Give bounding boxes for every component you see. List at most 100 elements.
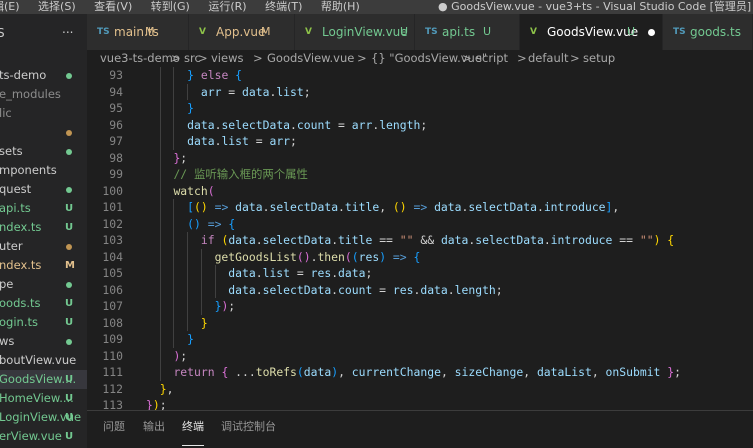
- code-text: );: [173, 348, 188, 363]
- tree-item[interactable]: ogin.ts U: [0, 313, 87, 332]
- line-number: 93: [109, 68, 123, 82]
- panel-tab-debug-console[interactable]: 调试控制台: [221, 411, 276, 445]
- code-line: 100 watch(: [87, 182, 753, 199]
- code-editor[interactable]: 93 } else { 94 arr = data.list; 95 } 96 …: [87, 67, 753, 410]
- tree-item-label: uter: [0, 239, 23, 253]
- panel-tab-terminal[interactable]: 终端: [182, 411, 204, 446]
- git-status-badge: U: [65, 374, 74, 385]
- line-number: 94: [109, 84, 123, 99]
- tree-item[interactable]: ws: [0, 332, 87, 351]
- menu-help[interactable]: 帮助(H): [321, 0, 360, 13]
- tree-item-label: ws: [0, 334, 15, 348]
- tree-item[interactable]: lic: [0, 104, 87, 123]
- breadcrumb-item[interactable]: setup: [583, 50, 615, 67]
- editor-tab[interactable]: TS goods.ts: [663, 14, 753, 50]
- menu-edit[interactable]: 编辑(E): [0, 0, 20, 13]
- tree-item-label: quest: [0, 182, 32, 196]
- git-status-badge: U: [65, 412, 74, 423]
- editor-tab[interactable]: V App.vue M: [189, 14, 295, 50]
- tree-item[interactable]: ndex.ts M: [0, 256, 87, 275]
- git-status-dot-icon: [66, 130, 72, 136]
- breadcrumb-separator-icon: >: [198, 51, 208, 65]
- tree-item[interactable]: [0, 123, 87, 142]
- file-tree: ts-demo e_modules lic sets mponents quest api.…: [0, 66, 87, 446]
- line-number: 97: [109, 134, 123, 148]
- editor-tab[interactable]: TS main.ts M: [87, 14, 189, 50]
- code-text: };: [173, 150, 188, 165]
- tree-item[interactable]: LoginView.vue U: [0, 408, 87, 427]
- tree-item[interactable]: sets: [0, 142, 87, 161]
- tab-git-status: U: [627, 25, 636, 38]
- code-line: 97 data.list = arr;: [87, 133, 753, 150]
- code-text: }: [187, 332, 195, 346]
- breadcrumb-item[interactable]: default: [528, 50, 568, 67]
- tree-item[interactable]: quest: [0, 180, 87, 199]
- more-actions-icon[interactable]: ...: [62, 22, 73, 36]
- code-line: 106 data.selectData.count = res.data.len…: [87, 281, 753, 298]
- tree-item[interactable]: uter: [0, 237, 87, 256]
- code-text: } else {: [187, 68, 243, 82]
- git-status-badge: U: [65, 431, 74, 442]
- menu-terminal[interactable]: 终端(T): [265, 0, 302, 13]
- line-number: 96: [109, 117, 123, 132]
- tree-item[interactable]: GoodsView.... U: [0, 370, 87, 389]
- typescript-file-icon: TS: [425, 27, 438, 37]
- tree-item[interactable]: ts-demo: [0, 66, 87, 85]
- tree-item[interactable]: pe: [0, 275, 87, 294]
- line-number: 99: [109, 167, 123, 181]
- editor-tab[interactable]: TS api.ts U: [415, 14, 520, 50]
- git-status-badge: U: [65, 393, 74, 404]
- tree-item[interactable]: boutView.vue: [0, 351, 87, 370]
- editor-tabs: TS main.ts M V App.vue M V LoginView.vue U TS api.…: [87, 14, 753, 50]
- tab-git-status: U: [483, 25, 492, 38]
- code-line: 111 return { ...toRefs(data), currentCha…: [87, 364, 753, 381]
- vue-file-icon: V: [530, 27, 537, 37]
- line-number: 113: [102, 398, 123, 410]
- menu-view[interactable]: 查看(V): [94, 0, 132, 13]
- tree-item-label: ndex.ts: [0, 220, 42, 234]
- editor-tab[interactable]: V GoodsView.vue U: [520, 14, 663, 50]
- menu-selection[interactable]: 选择(S): [38, 0, 76, 13]
- code-text: });: [214, 299, 236, 313]
- panel-tab-output[interactable]: 输出: [143, 411, 165, 445]
- breadcrumb-item[interactable]: script: [476, 50, 508, 67]
- breadcrumb-separator-icon: >: [517, 51, 527, 65]
- tree-item[interactable]: erView.vue U: [0, 427, 87, 446]
- tree-item[interactable]: mponents: [0, 161, 87, 180]
- line-number: 104: [102, 249, 123, 264]
- panel-tab-problems[interactable]: 问题: [103, 411, 125, 445]
- menu-run[interactable]: 运行(R): [208, 0, 246, 13]
- code-line: 96 data.selectData.count = arr.length;: [87, 116, 753, 133]
- tree-item[interactable]: ndex.ts U: [0, 218, 87, 237]
- typescript-file-icon: TS: [97, 27, 110, 37]
- breadcrumb-item[interactable]: vue3-ts-demo: [100, 50, 180, 67]
- tree-item[interactable]: HomeView.... U: [0, 389, 87, 408]
- code-text: });: [146, 398, 167, 410]
- code-line: 108 }: [87, 314, 753, 331]
- explorer-sidebar: S ... ts-demo e_modules lic sets mponents que…: [0, 14, 87, 448]
- code-line: 95 }: [87, 100, 753, 117]
- tab-label: GoodsView.vue: [547, 25, 639, 39]
- git-status-dot-icon: [66, 339, 72, 345]
- git-status-badge: U: [65, 317, 74, 328]
- git-status-dot-icon: [66, 244, 72, 250]
- line-number: 101: [102, 200, 123, 214]
- menu-bar: 编辑(E) 选择(S) 查看(V) 转到(G) 运行(R) 终端(T) 帮助(H…: [0, 0, 375, 14]
- unsaved-dot-icon[interactable]: [648, 29, 655, 36]
- code-line: 99 // 监听输入框的两个属性: [87, 166, 753, 183]
- tree-item[interactable]: oods.ts U: [0, 294, 87, 313]
- tree-item-label: api.ts: [0, 201, 31, 215]
- tree-item[interactable]: api.ts U: [0, 199, 87, 218]
- tree-item[interactable]: e_modules: [0, 85, 87, 104]
- code-text: },: [159, 381, 174, 396]
- breadcrumb-item[interactable]: views: [211, 50, 243, 67]
- tree-item-label: oods.ts: [0, 296, 41, 310]
- menu-go[interactable]: 转到(G): [151, 0, 190, 13]
- breadcrumb-separator-icon: >: [570, 51, 580, 65]
- breadcrumb-separator-icon: >: [357, 51, 367, 65]
- line-number: 111: [102, 365, 123, 379]
- vue-file-icon: V: [305, 27, 312, 37]
- editor-tab[interactable]: V LoginView.vue U: [295, 14, 415, 50]
- code-text: }: [200, 315, 208, 330]
- breadcrumb-item[interactable]: GoodsView.vue: [267, 50, 354, 67]
